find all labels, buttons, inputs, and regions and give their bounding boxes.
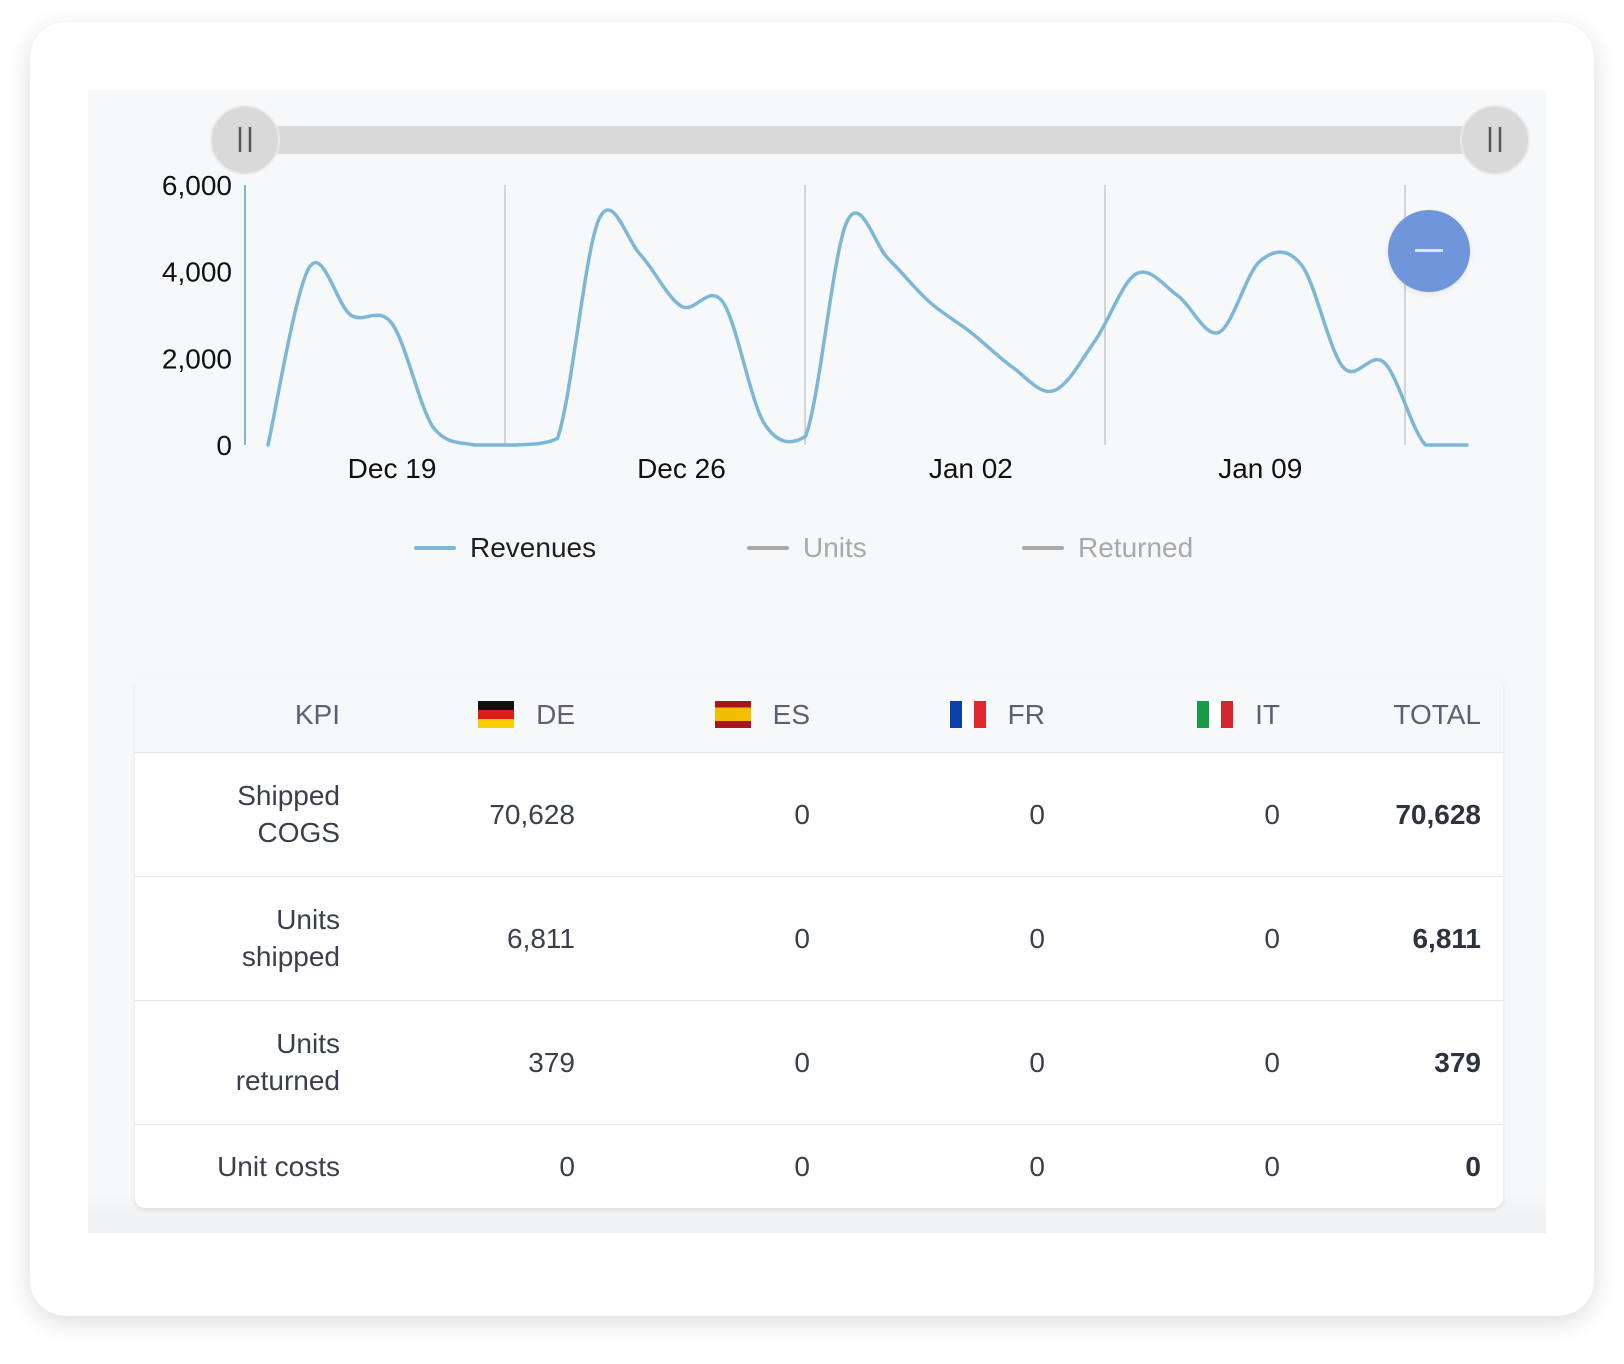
cell-fr: 0 xyxy=(810,1000,1045,1125)
legend-item-units[interactable]: Units xyxy=(747,530,867,566)
kpi-cell: Units shipped xyxy=(135,876,340,1001)
y-tick-label: 6,000 xyxy=(162,170,232,201)
legend-swatch xyxy=(747,546,789,550)
legend-label: Revenues xyxy=(470,532,597,563)
cell-total: 0 xyxy=(1465,1150,1481,1182)
minus-icon xyxy=(1415,249,1443,252)
cell-fr: 0 xyxy=(810,752,1045,877)
germany-flag-icon xyxy=(478,700,515,728)
kpi-cell: Shipped COGS xyxy=(135,752,340,877)
kpi-cell: Units returned xyxy=(135,1000,340,1125)
zoom-out-button[interactable] xyxy=(1388,210,1470,292)
range-slider-left-handle[interactable] xyxy=(210,105,280,175)
cell-it: 0 xyxy=(1264,1150,1280,1182)
cell-fr: 0 xyxy=(1029,1150,1045,1182)
spain-flag-icon xyxy=(714,700,751,728)
header-it[interactable]: IT xyxy=(1045,678,1280,753)
table-row: Units returned 379 0 0 0 379 xyxy=(135,1000,1503,1125)
legend-swatch xyxy=(414,546,456,550)
cell-es: 0 xyxy=(575,876,810,1001)
y-tick-label: 4,000 xyxy=(162,257,232,288)
cell-total: 70,628 xyxy=(1280,752,1503,877)
y-tick-label: 0 xyxy=(216,430,232,461)
range-slider-right-handle[interactable] xyxy=(1460,105,1530,175)
header-kpi[interactable]: KPI xyxy=(135,678,340,753)
table-header-row: KPI DE ES FR IT TOTAL xyxy=(135,678,1503,753)
table-row: Unit costs 0 0 0 0 0 xyxy=(135,1124,1503,1208)
header-de[interactable]: DE xyxy=(340,678,575,753)
france-flag-icon xyxy=(949,700,986,728)
cell-de: 0 xyxy=(559,1150,575,1182)
legend-label: Returned xyxy=(1078,532,1194,563)
cell-total: 6,811 xyxy=(1280,876,1503,1001)
y-tick-label: 2,000 xyxy=(162,343,232,374)
italy-flag-icon xyxy=(1197,700,1234,728)
y-axis-ticks: 6,000 4,000 2,000 0 xyxy=(162,170,232,461)
header-total[interactable]: TOTAL xyxy=(1280,678,1503,753)
cell-total: 379 xyxy=(1280,1000,1503,1125)
kpi-cell: Unit costs xyxy=(217,1150,340,1182)
table-row: Shipped COGS 70,628 0 0 0 70,628 xyxy=(135,752,1503,877)
x-tick-label: Jan 09 xyxy=(1218,453,1302,484)
kpi-table: KPI DE ES FR IT TOTAL Shipped COGS 70,628 xyxy=(135,678,1503,1208)
x-tick-label: Jan 02 xyxy=(929,453,1013,484)
x-tick-label: Dec 19 xyxy=(348,453,437,484)
header-fr[interactable]: FR xyxy=(810,678,1045,753)
cell-es: 0 xyxy=(794,1150,810,1182)
cell-fr: 0 xyxy=(810,876,1045,1001)
table-row: Units shipped 6,811 0 0 0 6,811 xyxy=(135,876,1503,1001)
legend-item-revenues[interactable]: Revenues xyxy=(414,530,596,566)
legend-swatch xyxy=(1022,546,1064,550)
cell-it: 0 xyxy=(1045,876,1280,1001)
cell-es: 0 xyxy=(575,752,810,877)
revenue-chart: 6,000 4,000 2,000 0 Dec 19 Dec 26 Jan 02 Jan 0… xyxy=(162,105,1530,484)
legend-item-returned[interactable]: Returned xyxy=(1022,530,1193,566)
kpi-table-card: KPI DE ES FR IT TOTAL Shipped COGS 70,628 xyxy=(135,678,1503,1208)
x-tick-label: Dec 26 xyxy=(637,453,726,484)
cell-es: 0 xyxy=(575,1000,810,1125)
revenues-series-line xyxy=(266,208,1469,447)
x-axis-ticks: Dec 19 Dec 26 Jan 02 Jan 09 xyxy=(348,453,1303,484)
cell-it: 0 xyxy=(1045,752,1280,877)
cell-de: 70,628 xyxy=(340,752,575,877)
cell-de: 379 xyxy=(340,1000,575,1125)
cell-it: 0 xyxy=(1045,1000,1280,1125)
header-es[interactable]: ES xyxy=(575,678,810,753)
range-slider-track[interactable] xyxy=(245,126,1495,154)
cell-de: 6,811 xyxy=(340,876,575,1001)
legend-label: Units xyxy=(803,532,867,563)
